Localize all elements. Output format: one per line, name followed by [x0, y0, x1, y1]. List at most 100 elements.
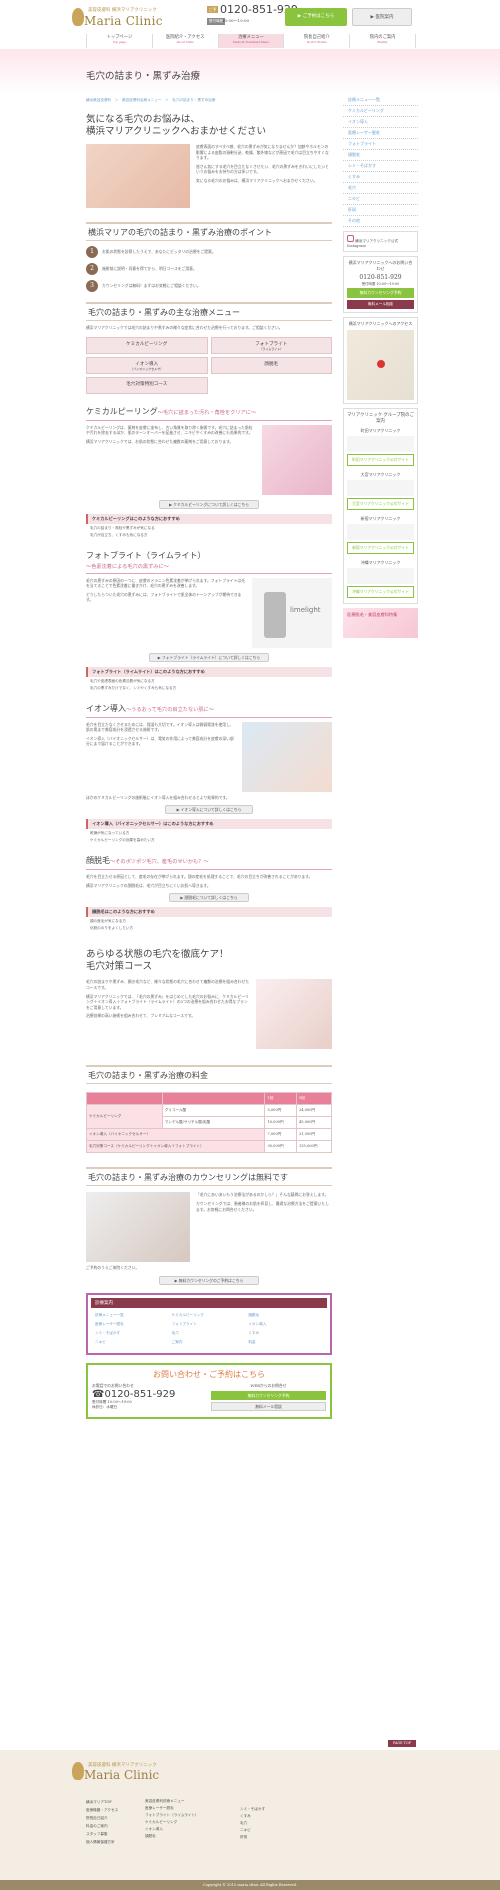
footer-link[interactable]: シミ・そばかす [240, 1806, 265, 1813]
footer-link[interactable]: スタッフ募集 [86, 1830, 118, 1838]
chevron-right-icon: ▶ [169, 501, 172, 507]
limelight-device-image: limelight [252, 577, 332, 648]
footer-link[interactable]: フォトブライト（ライムライト） [145, 1812, 199, 1819]
sidebar-link[interactable]: 毛穴 [343, 183, 418, 194]
sidebar-hours: 受付時間 10:00〜19:00 [361, 282, 400, 286]
footer-link[interactable]: 個人情報保護方針 [86, 1838, 118, 1846]
group-clinic-link[interactable]: 新宿マリアクリニック公式サイト [347, 542, 414, 554]
treatment-nav-link[interactable]: 毛穴 [172, 1330, 247, 1337]
menu-hair-removal-button[interactable]: 顔脱毛 [210, 356, 332, 374]
treatment-nav-link[interactable]: 診療メニュー一覧 [95, 1312, 170, 1319]
logo-icon[interactable] [72, 8, 84, 26]
points-title: 横浜マリアの毛穴の詰まり・黒ずみ治療のポイント [86, 222, 332, 241]
menu-ion-button[interactable]: イオン導入 （バイオニックセルサ） [86, 356, 208, 374]
sidebar-phone[interactable]: 0120-851-929 [347, 274, 414, 281]
global-nav: トップページ Top page 医院紹介・アクセス About Clinic 治療メ… [86, 34, 416, 48]
treatment-nav-link[interactable]: 料金 [248, 1339, 323, 1346]
hair-removal-banner[interactable]: 医療脱毛・美容皮膚科特集 [343, 608, 418, 638]
footer-link[interactable]: ケミカルピーリング [145, 1819, 199, 1826]
contact-mail-button[interactable]: 無料メール相談 [211, 1401, 326, 1411]
gnav-facility[interactable]: 院内のご案内 Facility [349, 34, 416, 48]
reserve-button[interactable]: ▶ ご予約はこちら [285, 8, 347, 26]
sidebar-link[interactable]: ニキビ [343, 194, 418, 205]
group-clinic-link[interactable]: 大宮マリアクリニック公式サイト [347, 498, 414, 510]
price-table: 1回 5回 ケミカルピーリング グリコール酸 5,000円 24,000円 マンデル酸/… [85, 1092, 333, 1154]
footer-link[interactable]: 院長自己紹介 [86, 1814, 118, 1822]
breadcrumb[interactable]: 横浜美容皮膚科 ＞ 美容皮膚科治療メニュー ＞ 毛穴の詰まり・黒ずみ治療 [86, 98, 215, 103]
contact-hours-label: 受付時間 [92, 1399, 107, 1404]
ion-detail-button[interactable]: ▶ イオン導入について詳しくはこちら [165, 805, 253, 815]
chevron-right-icon: ▶ [174, 1277, 178, 1283]
treatment-nav-link[interactable]: ケミカルピーリング [172, 1312, 247, 1319]
gnav-top[interactable]: トップページ Top page [86, 34, 152, 48]
phone-label: ご予約 [207, 6, 218, 19]
gnav-doctor[interactable]: 院長自己紹介 Doctor Profile [283, 34, 349, 48]
footer-link[interactable]: 毛穴 [240, 1820, 265, 1827]
clinic-info-button[interactable]: ▶ 医院案内 [352, 8, 412, 26]
contact-phone[interactable]: ☎0120-851-929 [92, 1389, 207, 1400]
footer-link[interactable]: イオン導入 [145, 1826, 199, 1833]
treatment-nav-link[interactable]: フォトブライト [172, 1321, 247, 1328]
menu-section: 毛穴の詰まり・黒ずみの主な治療メニュー 横浜マリアクリニックでは毛穴の詰まりや黒… [86, 302, 332, 394]
group-clinic-image [347, 480, 414, 496]
group-clinic-image [347, 568, 414, 584]
footer-link[interactable]: 肝斑 [240, 1834, 265, 1841]
footer-logo[interactable]: Maria Clinic [84, 1768, 159, 1782]
sidebar-link[interactable]: ケミカルピーリング [343, 106, 418, 117]
counsel-paragraph-1: 「毛穴にあいあいもう治療法があるのかしら？」そんな疑問にお答えします。 [196, 1192, 329, 1198]
group-clinic-link[interactable]: 町田マリアクリニック公式サイト [347, 454, 414, 466]
treatment-nav-link[interactable]: ニキビ [95, 1339, 170, 1346]
counsel-reserve-button[interactable]: ▶ 無料カウンセリングのご予約はこちら [159, 1275, 259, 1285]
sidebar-link[interactable]: くすみ [343, 172, 418, 183]
sidebar-link[interactable]: 医療レーザー脱毛 [343, 128, 418, 139]
chemical-detail-button[interactable]: ▶ ケミカルピーリングについて詳しくはこちら [159, 499, 259, 509]
gnav-treatment[interactable]: 治療メニュー Medical Treatment Menu [217, 34, 284, 48]
logo[interactable]: Maria Clinic [84, 14, 163, 28]
menu-intro: 横浜マリアクリニックでは毛穴の詰まりや黒ずみの様々な症状に合わせた治療を行ってお… [86, 325, 283, 330]
footer-link[interactable]: ニキビ [240, 1827, 265, 1834]
footer-link[interactable]: くすみ [240, 1813, 265, 1820]
sidebar-link[interactable]: 顔脱毛 [343, 150, 418, 161]
footer-link[interactable]: 料金のご案内 [86, 1822, 118, 1830]
photobright-detail-button[interactable]: ▶ フォトブライト（ライムライト）について詳しくはこちら [149, 652, 269, 662]
footer-link[interactable]: 顔脱毛 [145, 1833, 199, 1840]
sidebar-link[interactable]: 診療メニュー一覧 [343, 95, 418, 106]
treatment-nav-link[interactable]: ご案内 [172, 1339, 247, 1346]
map-pin-icon [377, 360, 385, 368]
points-section: 横浜マリアの毛穴の詰まり・黒ずみ治療のポイント 1 お肌の状態を診察したうえで、あ… [86, 222, 332, 292]
special-paragraph-3: 治療効果の高い施術を組み合わせて、プレミアムなコースです。 [86, 1013, 196, 1019]
phone-icon: ☎ [92, 1388, 105, 1400]
instagram-box[interactable]: 横浜マリアクリニック公式Instagram [343, 231, 418, 252]
photobright-recommend-title: フォトブライト（ライムライト）はこのような方におすすめ [86, 666, 332, 677]
hair-detail-button[interactable]: ▶ 顔脱毛について詳しくはこちら [169, 893, 249, 903]
treatment-nav-link[interactable]: イオン導入 [248, 1321, 323, 1328]
treatment-nav-link[interactable]: シミ・そばかす [95, 1330, 170, 1337]
sidebar-reserve-button[interactable]: 無料カウンセリング予約 [347, 288, 414, 298]
menu-chemical-button[interactable]: ケミカルピーリング [86, 336, 208, 354]
footer-logo-icon[interactable] [72, 1762, 84, 1780]
ion-recommend-item: 乾燥が気になっている方 [90, 831, 130, 836]
sidebar-link[interactable]: シミ・そばかす [343, 161, 418, 172]
treatment-nav-link[interactable]: 顔脱毛 [248, 1312, 323, 1319]
footer-link[interactable]: 横浜マリアTOP [86, 1798, 118, 1806]
gnav-about[interactable]: 医院紹介・アクセス About Clinic [151, 34, 218, 48]
group-clinic-link[interactable]: 沖縄マリアクリニック公式サイト [347, 586, 414, 598]
footer-link[interactable]: 医療レーザー脱毛 [145, 1805, 199, 1812]
treatment-nav-link[interactable]: くすみ [248, 1330, 323, 1337]
sidebar-link[interactable]: イオン導入 [343, 117, 418, 128]
point-number-3: 3 [86, 280, 98, 292]
access-map[interactable] [347, 330, 414, 400]
footer-link[interactable]: 美容皮膚科診療メニュー [145, 1798, 199, 1805]
page-top-button[interactable]: PAGE TOP [388, 1740, 416, 1747]
contact-web-reserve-button[interactable]: 無料カウンセリング予約 [211, 1390, 326, 1400]
hair-recommend-item: 顔の産毛が気になる方 [90, 919, 126, 924]
menu-photobright-button[interactable]: フォトブライト （ライムライト） [210, 336, 332, 354]
treatment-nav-link[interactable]: 医療レーザー脱毛 [95, 1321, 170, 1328]
sidebar-link[interactable]: その他 [343, 216, 418, 227]
sidebar-mail-button[interactable]: 無料メール相談 [347, 300, 414, 309]
footer-link[interactable]: 医療機器・アクセス [86, 1806, 118, 1814]
sidebar-contact-box: 横浜マリアクリニックへのお問い合わせ 0120-851-929 受付時間 10:… [343, 256, 418, 313]
sidebar-link[interactable]: フォトブライト [343, 139, 418, 150]
menu-special-course-button[interactable]: 毛穴対策特別コース [86, 376, 208, 394]
sidebar-link[interactable]: 肝斑 [343, 205, 418, 216]
